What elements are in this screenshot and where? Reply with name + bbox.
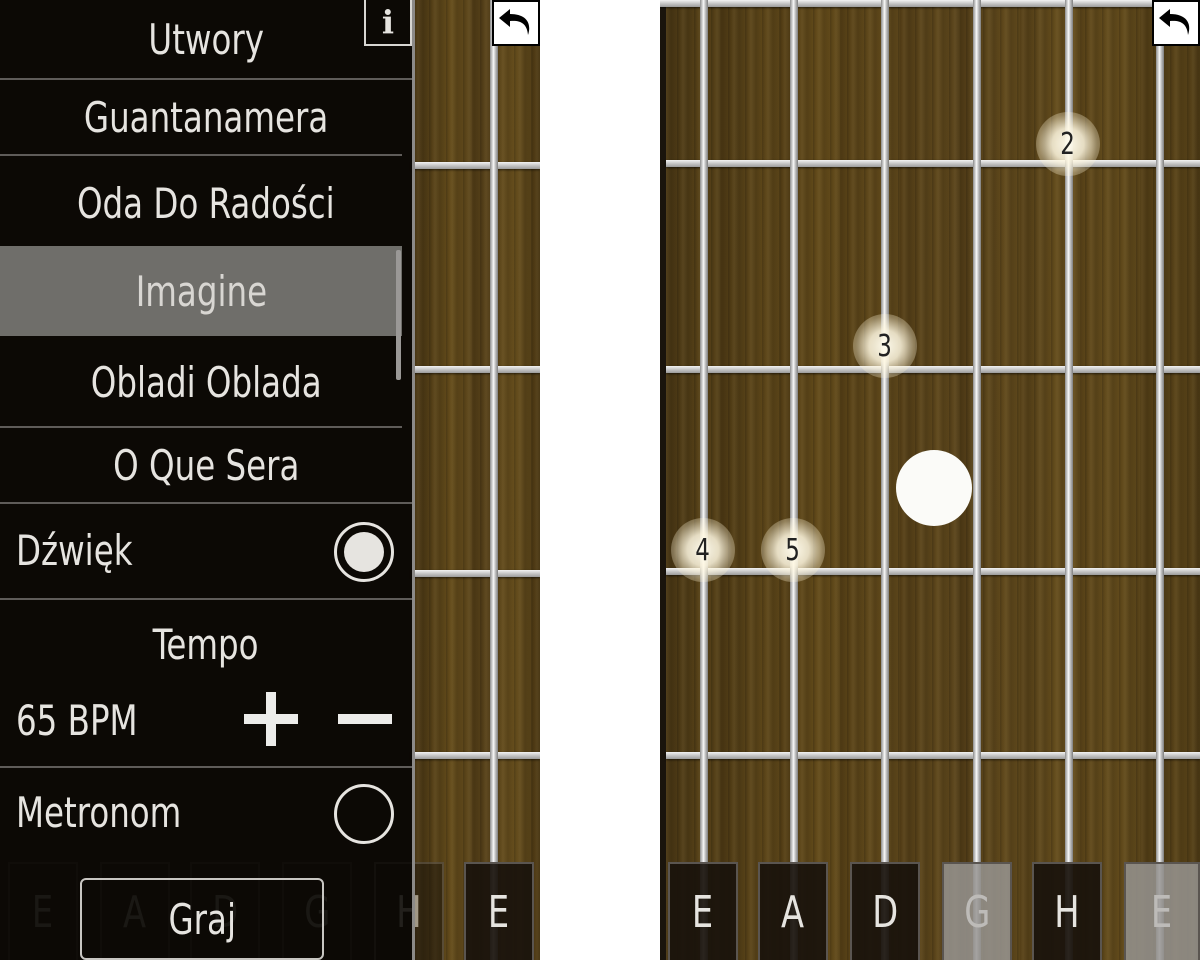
string-key-h[interactable]: H <box>1032 862 1102 960</box>
fret-bar <box>412 162 540 169</box>
song-item-imagine[interactable]: Imagine <box>0 246 402 336</box>
finger-marker: 2 <box>1036 112 1100 176</box>
finger-marker: 4 <box>671 518 735 582</box>
string-key-g[interactable]: G <box>942 862 1012 960</box>
plus-icon[interactable] <box>244 692 298 746</box>
fret-bar <box>666 160 1200 167</box>
undo-arrow-icon <box>1159 9 1190 35</box>
tempo-value: 65 BPM <box>16 696 138 745</box>
back-button[interactable] <box>1152 0 1200 46</box>
song-list-scrollbar[interactable] <box>396 250 401 380</box>
fret-bar <box>666 568 1200 575</box>
play-button[interactable]: Graj <box>80 878 324 960</box>
divider <box>0 766 412 768</box>
sound-toggle[interactable] <box>334 522 394 582</box>
string-key-e-low[interactable]: E <box>668 862 738 960</box>
guitar-string <box>700 0 708 960</box>
guitar-string <box>1156 0 1164 960</box>
guitar-string <box>881 0 889 960</box>
string-key-d[interactable]: D <box>850 862 920 960</box>
song-menu-panel: Utwory i Guantanamera Oda Do Radości Ima… <box>0 0 415 960</box>
metronome-label: Metronom <box>16 788 182 837</box>
guitar-string <box>790 0 798 960</box>
song-item-obladi-oblada[interactable]: Obladi Oblada <box>0 338 412 426</box>
fretboard-background <box>412 0 540 960</box>
songs-header: Utwory <box>148 14 264 64</box>
fretboard-edge <box>660 0 666 960</box>
tempo-label: Tempo <box>153 619 259 669</box>
string-key-a[interactable]: A <box>758 862 828 960</box>
finger-marker: 3 <box>853 314 917 378</box>
left-phone-screen: E A D G H E Utwory i Guantanamera Oda Do… <box>0 0 540 960</box>
fret-bar <box>666 366 1200 373</box>
undo-arrow-icon <box>499 9 530 35</box>
minus-icon[interactable] <box>338 692 392 746</box>
divider <box>0 598 412 600</box>
right-phone-screen: 2 3 4 5 E A D G H E <box>660 0 1200 960</box>
string-key-e-high[interactable]: E <box>464 862 534 960</box>
fret-bar <box>412 366 540 373</box>
fret-inlay-dot <box>896 450 972 526</box>
back-button[interactable] <box>492 0 540 46</box>
sound-label: Dźwięk <box>16 526 133 575</box>
metronome-toggle[interactable] <box>334 784 394 844</box>
info-button[interactable]: i <box>364 0 412 46</box>
fret-bar <box>412 570 540 577</box>
fret-bar <box>412 752 540 759</box>
fret-bar <box>666 752 1200 759</box>
divider <box>0 154 402 156</box>
sound-toggle-indicator <box>344 532 384 572</box>
song-item-guantanamera[interactable]: Guantanamera <box>0 80 412 154</box>
fret-bar <box>660 0 1200 7</box>
guitar-string <box>490 0 498 960</box>
divider <box>0 502 412 504</box>
string-key-e-high[interactable]: E <box>1124 862 1200 960</box>
song-item-oda-do-radosci[interactable]: Oda Do Radości <box>0 160 412 246</box>
finger-marker: 5 <box>761 518 825 582</box>
guitar-string <box>973 0 981 960</box>
song-item-o-que-sera[interactable]: O Que Sera <box>0 428 412 502</box>
